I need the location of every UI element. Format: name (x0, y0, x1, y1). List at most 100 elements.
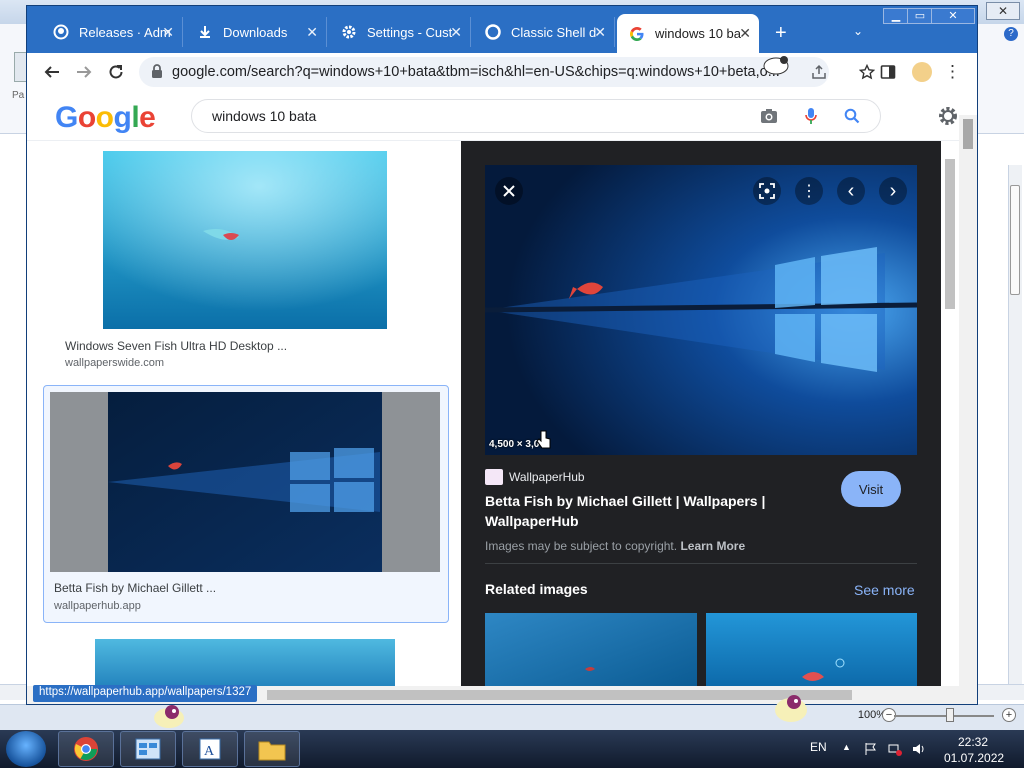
window-close-button[interactable]: ✕ (931, 8, 975, 24)
background-close-button[interactable]: ✕ (986, 2, 1020, 20)
new-tab-button[interactable]: + (775, 22, 787, 45)
profile-avatar[interactable] (912, 62, 932, 82)
camera-icon[interactable] (760, 108, 778, 129)
result-thumbnail[interactable] (95, 639, 395, 686)
logo-letter: o (77, 101, 96, 134)
tab-title: Settings - Cust (367, 24, 453, 40)
taskbar-control-panel[interactable] (120, 731, 176, 767)
back-arrow-icon[interactable] (41, 61, 63, 83)
visit-button[interactable]: Visit (841, 471, 901, 507)
previous-image-chevron-icon[interactable]: ‹ (837, 177, 865, 205)
chrome-menu-icon[interactable]: ⋮ (944, 62, 961, 82)
lock-icon[interactable] (151, 64, 163, 83)
taskbar-file-explorer[interactable] (244, 731, 300, 767)
lens-search-icon[interactable] (753, 177, 781, 205)
more-options-icon[interactable]: ⋮ (795, 177, 823, 205)
clock-date[interactable]: 01.07.2022 (944, 751, 1004, 765)
tab-close-icon[interactable]: ✕ (306, 24, 318, 41)
tab-classic-shell[interactable]: Classic Shell d ✕ (473, 17, 615, 47)
show-hidden-icons[interactable]: ▲ (842, 742, 851, 752)
wordpad-icon: A (199, 738, 221, 760)
clock-time[interactable]: 22:32 (958, 735, 988, 749)
reload-icon[interactable] (105, 61, 127, 83)
tab-settings[interactable]: Settings - Cust ✕ (329, 17, 471, 47)
search-icon[interactable] (844, 108, 860, 129)
close-preview-icon[interactable] (495, 177, 523, 205)
action-center-flag-icon[interactable] (864, 742, 878, 756)
search-box[interactable] (191, 99, 881, 133)
classic-shell-icon (485, 24, 501, 40)
taskbar-wordpad[interactable]: A (182, 731, 238, 767)
help-icon[interactable]: ? (1004, 27, 1018, 41)
result-title[interactable]: Betta Fish by Michael Gillett ... (54, 581, 216, 595)
preview-scrollbar[interactable] (941, 141, 959, 686)
url-text[interactable]: google.com/search?q=windows+10+bata&tbm=… (172, 64, 798, 80)
result-thumbnail[interactable] (103, 151, 387, 329)
tab-close-icon[interactable]: ✕ (739, 25, 751, 42)
network-icon[interactable] (888, 742, 902, 756)
image-result[interactable]: Windows Seven Fish Ultra HD Desktop ... … (43, 141, 447, 369)
result-site[interactable]: wallpaperhub.app (54, 600, 141, 612)
next-image-chevron-icon[interactable]: › (879, 177, 907, 205)
download-icon (197, 24, 213, 40)
svg-text:A: A (204, 744, 215, 759)
maximize-button[interactable]: ▭ (907, 8, 933, 24)
see-more-link[interactable]: See more (854, 582, 915, 598)
result-thumbnail[interactable] (50, 392, 440, 572)
preview-scroll-thumb[interactable] (945, 159, 955, 309)
page-scroll-thumb[interactable] (963, 119, 973, 149)
volume-icon[interactable] (912, 742, 926, 756)
tab-search-chevron-down-icon[interactable]: ⌄ (853, 24, 863, 38)
tab-title: windows 10 ba (655, 26, 741, 41)
tab-close-icon[interactable]: ✕ (162, 24, 174, 41)
learn-more-link[interactable]: Learn More (680, 539, 745, 553)
logo-letter: l (131, 101, 140, 134)
settings-gear-icon[interactable] (937, 105, 959, 132)
gear-icon (341, 24, 357, 40)
tab-close-icon[interactable]: ✕ (594, 24, 606, 41)
image-result[interactable] (43, 629, 447, 686)
taskbar-chrome[interactable] (58, 731, 114, 767)
folder-icon (258, 741, 286, 761)
background-scroll-thumb[interactable] (1010, 185, 1020, 295)
page-vertical-scrollbar[interactable] (959, 115, 977, 686)
preview-title[interactable]: Betta Fish by Michael Gillett | Wallpape… (485, 491, 805, 531)
divider (485, 563, 917, 564)
forward-arrow-icon[interactable] (73, 61, 95, 83)
related-image[interactable] (485, 613, 697, 686)
minimize-button[interactable]: ▁ (883, 8, 909, 24)
image-results-grid: Windows Seven Fish Ultra HD Desktop ... … (27, 141, 459, 686)
search-input[interactable] (212, 108, 732, 124)
zoom-slider-track[interactable] (894, 715, 994, 717)
preview-image[interactable] (485, 165, 917, 455)
side-panel-icon[interactable] (880, 64, 896, 85)
tab-releases[interactable]: Releases · Adm ✕ (41, 17, 183, 47)
github-icon (53, 24, 69, 40)
tab-strip: Releases · Adm ✕ Downloads ✕ Settings - … (27, 6, 977, 53)
microphone-icon[interactable] (804, 107, 818, 130)
google-images-page: Google windows 10 bata Windows Seven Fis… (27, 91, 977, 686)
share-icon[interactable] (811, 64, 827, 85)
zoom-in-button[interactable]: + (1002, 708, 1016, 722)
related-image[interactable] (706, 613, 917, 686)
address-bar[interactable]: google.com/search?q=windows+10+bata&tbm=… (139, 57, 829, 87)
preview-source[interactable]: WallpaperHub (509, 470, 585, 484)
start-button[interactable] (6, 731, 46, 767)
tab-close-icon[interactable]: ✕ (450, 24, 462, 41)
sheep-cursor-icon (760, 52, 798, 80)
google-logo[interactable]: Google (55, 101, 156, 135)
zoom-slider-thumb[interactable] (946, 708, 954, 722)
horizontal-scroll-thumb[interactable] (267, 690, 852, 700)
tab-title: Downloads (223, 24, 288, 40)
tab-google-search[interactable]: windows 10 ba ✕ (617, 14, 759, 53)
sheep-mascot-icon (150, 702, 188, 730)
bookmark-star-icon[interactable] (858, 63, 876, 85)
result-site[interactable]: wallpaperswide.com (65, 357, 164, 369)
image-preview-panel: ⋮ ‹ › 4,500 × 3,00 WallpaperHub Betta Fi… (461, 141, 941, 686)
image-result-selected[interactable]: Betta Fish by Michael Gillett ... wallpa… (43, 385, 449, 623)
language-indicator[interactable]: EN (810, 740, 827, 754)
sheep-mascot-icon (772, 692, 810, 722)
result-title[interactable]: Windows Seven Fish Ultra HD Desktop ... (65, 339, 287, 353)
taskbar: A EN ▲ 22:32 01.07.2022 (0, 730, 1024, 768)
tab-downloads[interactable]: Downloads ✕ (185, 17, 327, 47)
